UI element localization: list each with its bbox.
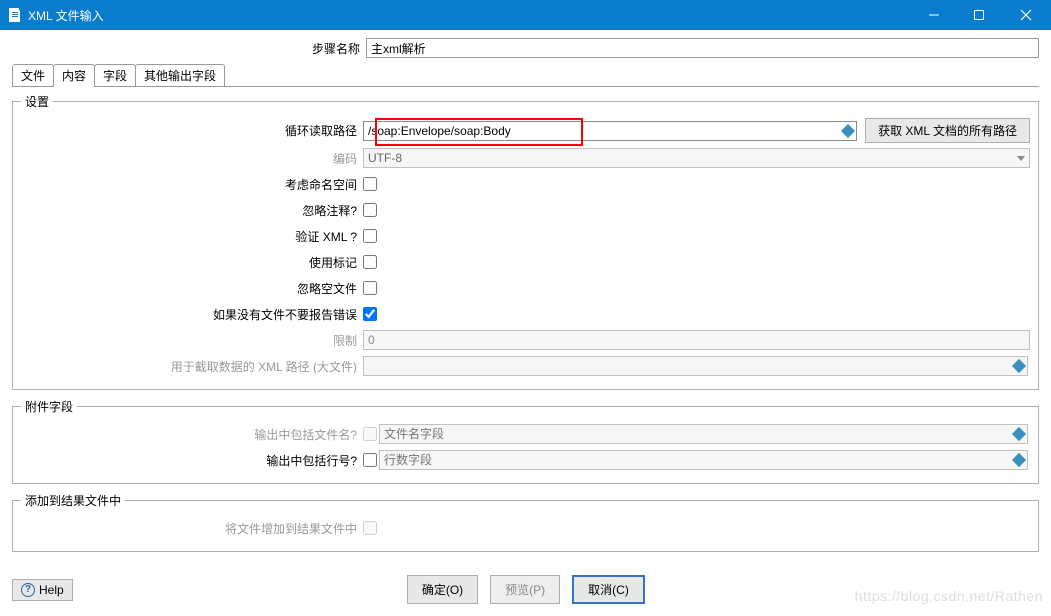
include-rownum-checkbox[interactable] (363, 453, 377, 467)
use-tag-label: 使用标记 (13, 254, 363, 271)
tab-other-fields[interactable]: 其他输出字段 (135, 64, 225, 86)
include-filename-label: 输出中包括文件名? (13, 426, 363, 443)
tab-fields[interactable]: 字段 (94, 64, 136, 86)
attachment-legend: 附件字段 (21, 398, 77, 415)
no-error-label: 如果没有文件不要报告错误 (13, 306, 363, 323)
ignore-comment-label: 忽略注释? (13, 202, 363, 219)
tabs: 文件 内容 字段 其他输出字段 (12, 64, 1039, 87)
tab-file[interactable]: 文件 (12, 64, 54, 86)
validate-xml-label: 验证 XML ? (13, 228, 363, 245)
help-label: Help (39, 583, 64, 597)
ignore-empty-checkbox[interactable] (363, 281, 377, 295)
include-rownum-label: 输出中包括行号? (13, 452, 363, 469)
document-icon (8, 7, 22, 23)
attachment-fieldset: 附件字段 输出中包括文件名? 输出中包括行号? (12, 398, 1039, 484)
add-to-result-label: 将文件增加到结果文件中 (13, 520, 363, 537)
step-name-label: 步骤名称 (12, 40, 366, 57)
loop-path-input[interactable] (363, 121, 857, 141)
encoding-select[interactable]: UTF-8 (363, 148, 1030, 168)
limit-input (363, 330, 1030, 350)
settings-fieldset: 设置 循环读取路径 获取 XML 文档的所有路径 编码 UTF-8 考虑命名空间 (12, 93, 1039, 390)
step-name-input[interactable] (366, 38, 1039, 58)
add-result-fieldset: 添加到结果文件中 将文件增加到结果文件中 (12, 492, 1039, 552)
include-filename-checkbox (363, 427, 377, 441)
namespace-checkbox[interactable] (363, 177, 377, 191)
add-result-legend: 添加到结果文件中 (21, 492, 125, 509)
namespace-label: 考虑命名空间 (13, 176, 363, 193)
chevron-down-icon (1017, 156, 1025, 161)
cancel-button[interactable]: 取消(C) (572, 575, 645, 604)
ignore-empty-label: 忽略空文件 (13, 280, 363, 297)
big-xml-input (363, 356, 1028, 376)
window-controls (911, 0, 1051, 30)
loop-path-label: 循环读取路径 (13, 122, 363, 139)
minimize-icon (929, 10, 939, 20)
rownum-field-input (379, 450, 1028, 470)
tab-content[interactable]: 内容 (53, 64, 95, 86)
filename-field-input (379, 424, 1028, 444)
titlebar: XML 文件输入 (0, 0, 1051, 30)
maximize-icon (974, 10, 984, 20)
close-icon (1020, 9, 1032, 21)
encoding-value: UTF-8 (368, 151, 402, 165)
ignore-comment-checkbox[interactable] (363, 203, 377, 217)
encoding-label: 编码 (13, 150, 363, 167)
maximize-button[interactable] (956, 0, 1001, 30)
big-xml-label: 用于截取数据的 XML 路径 (大文件) (13, 358, 363, 375)
add-to-result-checkbox (363, 521, 377, 535)
window-title: XML 文件输入 (28, 7, 911, 24)
help-button[interactable]: ? Help (12, 579, 73, 601)
use-tag-checkbox[interactable] (363, 255, 377, 269)
help-icon: ? (21, 583, 35, 597)
limit-label: 限制 (13, 332, 363, 349)
get-paths-button[interactable]: 获取 XML 文档的所有路径 (865, 118, 1030, 143)
minimize-button[interactable] (911, 0, 956, 30)
settings-legend: 设置 (21, 93, 53, 110)
validate-xml-checkbox[interactable] (363, 229, 377, 243)
watermark-text: https://blog.csdn.net/Rathen (855, 588, 1043, 604)
preview-button[interactable]: 预览(P) (490, 575, 560, 604)
ok-button[interactable]: 确定(O) (407, 575, 478, 604)
no-error-checkbox[interactable] (363, 307, 377, 321)
close-button[interactable] (1001, 0, 1051, 30)
